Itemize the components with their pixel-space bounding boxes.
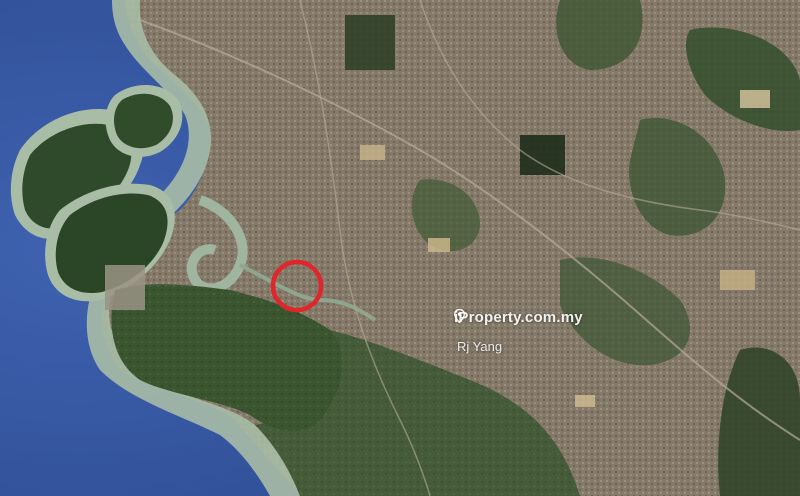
brand-text: iProperty.com.my	[454, 309, 583, 326]
location-pin-icon	[454, 309, 465, 323]
map-imagery	[0, 0, 800, 496]
forest-patch	[345, 15, 395, 70]
iproperty-watermark: iProperty.com.my	[454, 309, 583, 326]
satellite-map[interactable]: iProperty.com.my Rj Yang	[0, 0, 800, 496]
port-area	[105, 265, 145, 310]
photographer-credit: Rj Yang	[457, 339, 503, 354]
